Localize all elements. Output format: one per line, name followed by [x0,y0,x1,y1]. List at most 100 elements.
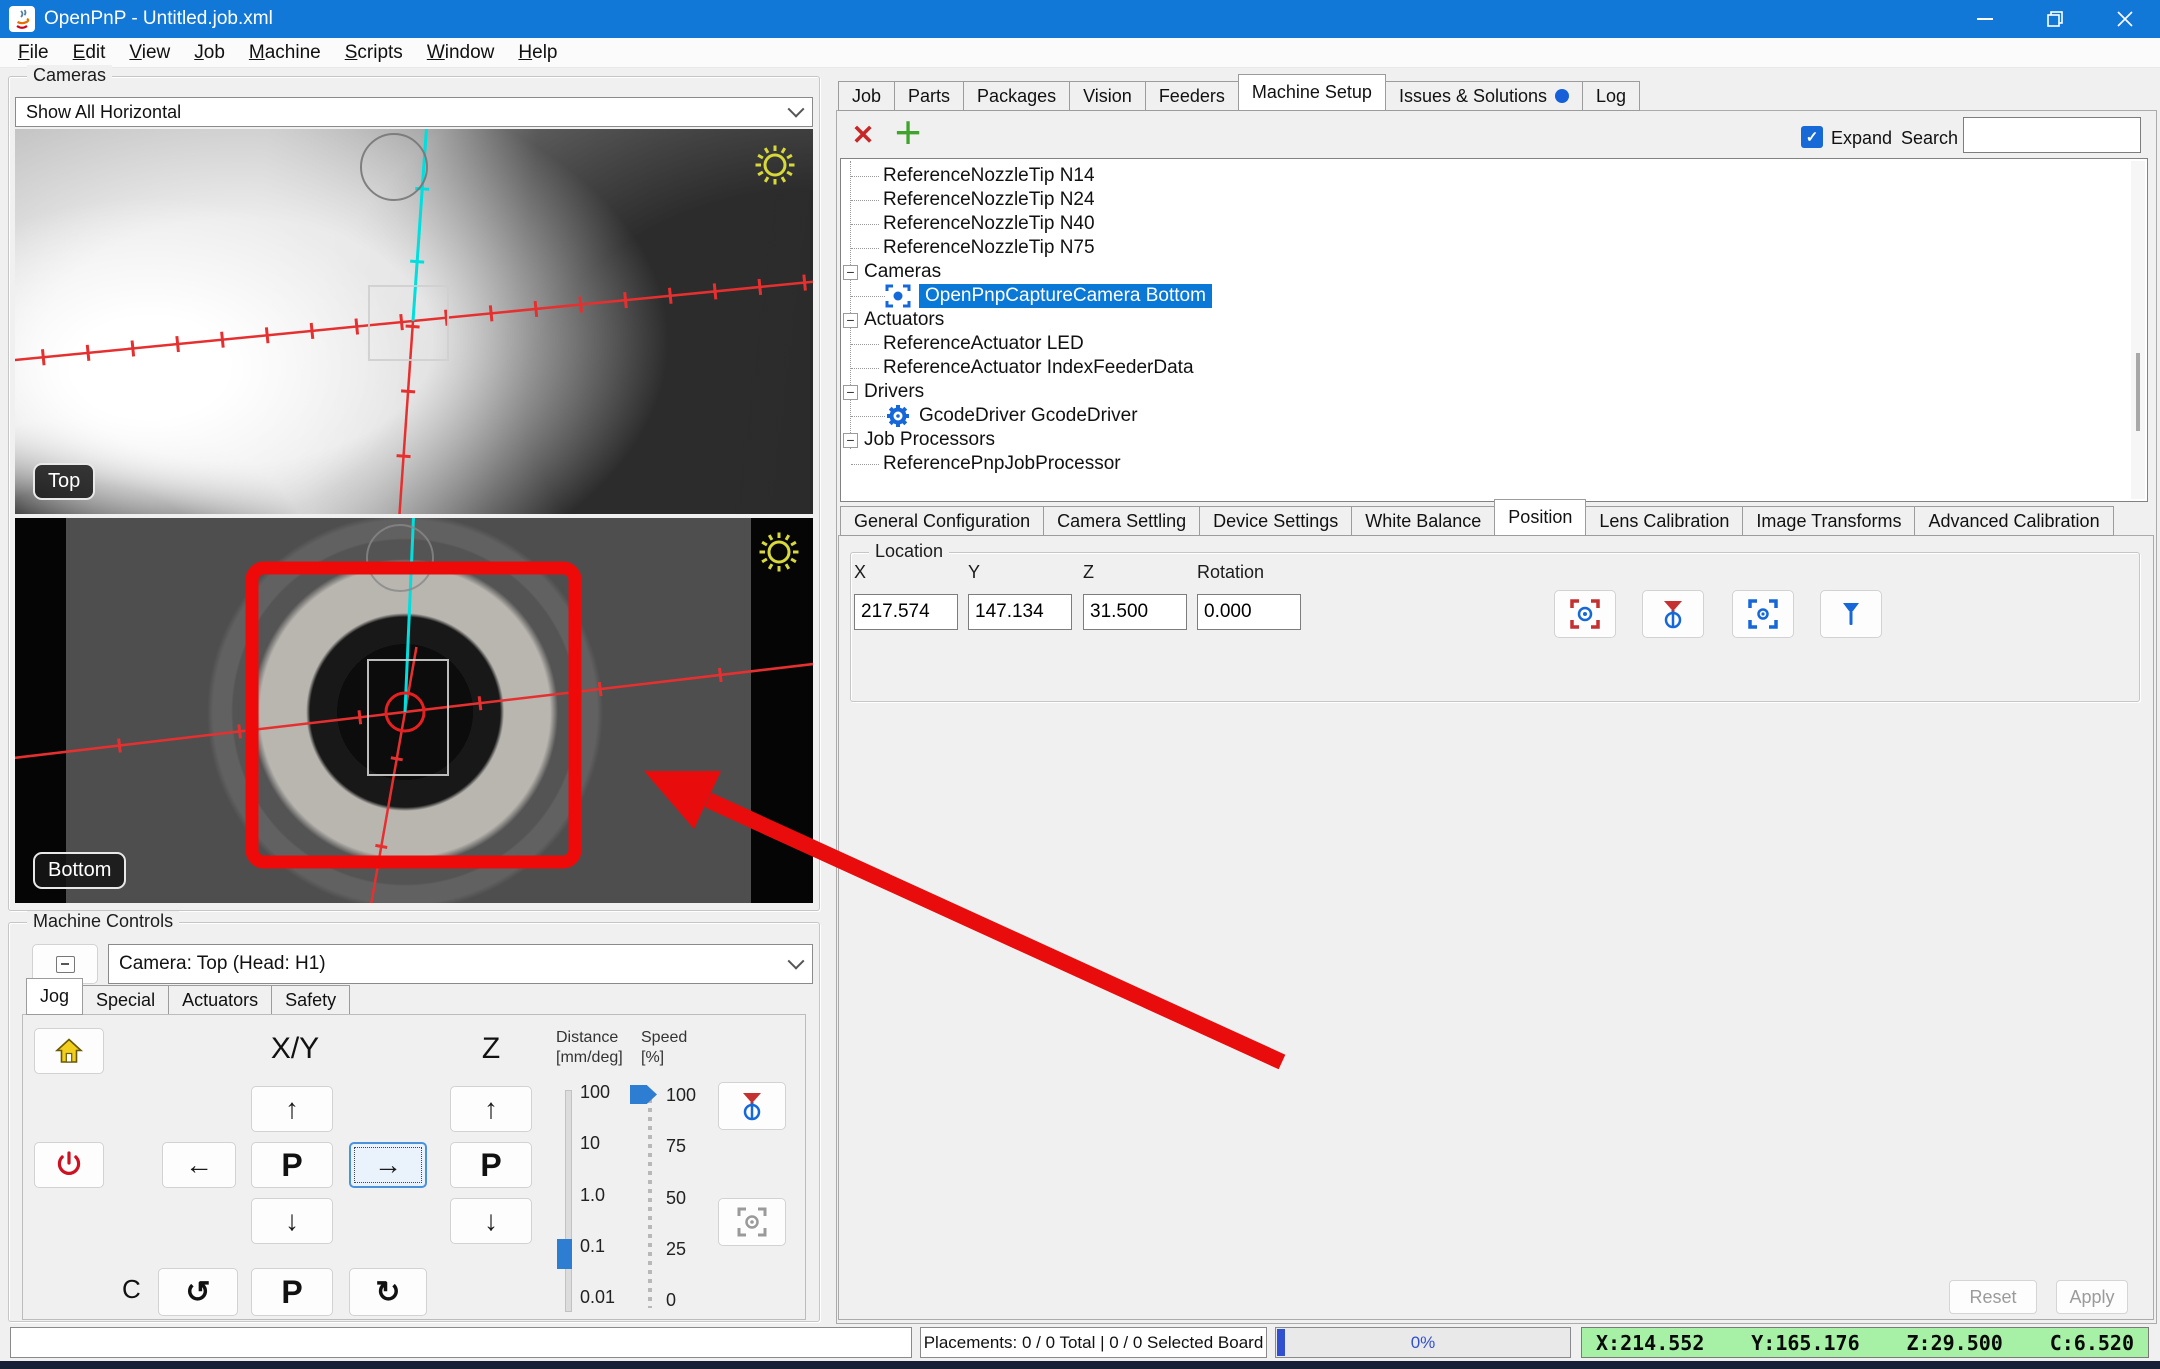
config-tab-camera-settling[interactable]: Camera Settling [1043,506,1200,536]
distance-tick-10: 10 [580,1133,601,1154]
tab-log[interactable]: Log [1582,81,1641,111]
close-button[interactable] [2090,0,2160,38]
brightness-sun-icon[interactable] [753,526,805,578]
tree-item-referencenozzletip-n14[interactable]: ReferenceNozzleTip N14 [841,164,2147,188]
tree-collapse-icon[interactable]: − [843,432,858,448]
camera-selector[interactable]: Show All Horizontal [15,97,813,127]
menu-help[interactable]: Help [506,40,569,66]
distance-slider-handle[interactable] [557,1239,572,1269]
speed-tick-100: 100 [666,1085,697,1105]
top-camera-overlay [15,129,813,514]
tree-item-drivers[interactable]: − Drivers [841,380,2147,404]
tab-vision[interactable]: Vision [1069,81,1145,111]
tab-machine-setup[interactable]: Machine Setup [1237,74,1386,111]
capture-camera-location-button[interactable] [1554,590,1616,638]
config-tab-general-configuration[interactable]: General Configuration [840,506,1044,536]
apply-label: Apply [2069,1286,2115,1307]
tab-label: White Balance [1365,510,1482,531]
tree-item-openpnpcapturecamera-bottom[interactable]: OpenPnpCaptureCamera Bottom [841,284,2147,308]
tree-item-cameras[interactable]: − Cameras [841,260,2147,284]
tree-item-referenceactuator-indexfeederdata[interactable]: ReferenceActuator IndexFeederData [841,356,2147,380]
capture-nozzle-location-button[interactable] [1642,590,1704,638]
jog-y-plus-button[interactable]: ↑ [251,1086,333,1132]
tree-collapse-icon[interactable]: − [843,264,858,280]
tab-feeders[interactable]: Feeders [1144,81,1238,111]
menu-machine[interactable]: Machine [237,40,333,66]
speed-slider[interactable] [648,1090,652,1308]
control-tab-actuators[interactable]: Actuators [168,985,272,1015]
location-input-z[interactable] [1083,594,1187,630]
tree-item-actuators[interactable]: − Actuators [841,308,2147,332]
delete-button[interactable]: ✕ [846,118,880,152]
menu-file[interactable]: File [6,40,61,66]
config-tab-device-settings[interactable]: Device Settings [1199,506,1352,536]
tab-label: Lens Calibration [1599,510,1730,531]
menu-scripts[interactable]: Scripts [333,40,415,66]
control-tab-special[interactable]: Special [82,985,169,1015]
jog-c-ccw-button[interactable]: ↺ [158,1268,238,1316]
jog-x-plus-button[interactable]: → [349,1142,427,1188]
position-nozzle-over-camera-button[interactable] [718,1082,786,1130]
config-tab-white-balance[interactable]: White Balance [1351,506,1495,536]
home-button[interactable] [34,1028,104,1074]
minimize-button[interactable] [1950,0,2020,38]
menu-view[interactable]: View [117,40,182,66]
jog-x-minus-button[interactable]: ← [162,1142,236,1188]
tree-item-referencenozzletip-n24[interactable]: ReferenceNozzleTip N24 [841,188,2147,212]
tree-collapse-icon[interactable]: − [843,312,858,328]
add-button[interactable]: + [888,106,928,158]
tab-parts[interactable]: Parts [894,81,964,111]
menu-window[interactable]: Window [415,40,507,66]
jog-y-minus-button[interactable]: ↓ [251,1198,333,1244]
move-tool-to-location-button[interactable] [1820,590,1882,638]
camera-capture-button[interactable] [718,1198,786,1246]
tree-item-label: Drivers [864,381,925,402]
tree-item-gcodedriver-gcodedriver[interactable]: GcodeDriver GcodeDriver [841,404,2147,428]
tree-item-referencepnpjobprocessor[interactable]: ReferencePnpJobProcessor [841,452,2147,476]
progress-bar: 0% [1275,1327,1571,1358]
distance-slider[interactable] [565,1090,572,1312]
tree-item-job-processors[interactable]: − Job Processors [841,428,2147,452]
expand-checkbox[interactable]: ✓ [1801,126,1823,148]
title-bar: OpenPnP - Untitled.job.xml [0,0,2160,38]
tree-item-referencenozzletip-n40[interactable]: ReferenceNozzleTip N40 [841,212,2147,236]
position-xy-button[interactable]: P [251,1142,333,1188]
location-input-x[interactable] [854,594,958,630]
position-c-button[interactable]: P [251,1268,333,1316]
jog-z-plus-button[interactable]: ↑ [450,1086,532,1132]
search-input[interactable] [1963,117,2141,153]
tree-item-referenceactuator-led[interactable]: ReferenceActuator LED [841,332,2147,356]
location-input-y[interactable] [968,594,1072,630]
menu-bar: File Edit View Job Machine Scripts Window Help [0,38,2160,68]
tree-collapse-icon[interactable]: − [843,384,858,400]
top-camera-view[interactable]: Top [15,129,813,514]
move-camera-to-location-button[interactable] [1732,590,1794,638]
config-tab-lens-calibration[interactable]: Lens Calibration [1585,506,1743,536]
config-tab-image-transforms[interactable]: Image Transforms [1742,506,1915,536]
config-tab-advanced-calibration[interactable]: Advanced Calibration [1914,506,2114,536]
tab-issues-solutions[interactable]: Issues & Solutions [1384,81,1583,111]
speed-unit-label: [%] [641,1049,665,1066]
menu-job[interactable]: Job [182,40,237,66]
tab-packages[interactable]: Packages [963,81,1070,111]
jog-z-minus-button[interactable]: ↓ [450,1198,532,1244]
reset-button[interactable]: Reset [1949,1280,2037,1314]
location-label-y: Y [968,562,981,582]
apply-button[interactable]: Apply [2056,1280,2128,1314]
tree-item-referencenozzletip-n75[interactable]: ReferenceNozzleTip N75 [841,236,2147,260]
arrow-left-icon: ← [185,1149,213,1180]
restore-button[interactable] [2020,0,2090,38]
position-z-button[interactable]: P [450,1142,532,1188]
arrow-right-icon: → [374,1149,402,1180]
power-button[interactable] [34,1142,104,1188]
control-tab-safety[interactable]: Safety [271,985,351,1015]
config-tab-position[interactable]: Position [1494,499,1587,536]
tab-job[interactable]: Job [838,81,895,111]
power-icon [57,1151,81,1175]
control-tab-jog[interactable]: Jog [26,978,84,1015]
brightness-sun-icon[interactable] [749,139,801,191]
jog-c-cw-button[interactable]: ↻ [349,1268,427,1316]
location-input-rotation[interactable] [1197,594,1301,630]
bottom-camera-view[interactable]: Bottom [15,518,813,903]
menu-edit[interactable]: Edit [61,40,118,66]
